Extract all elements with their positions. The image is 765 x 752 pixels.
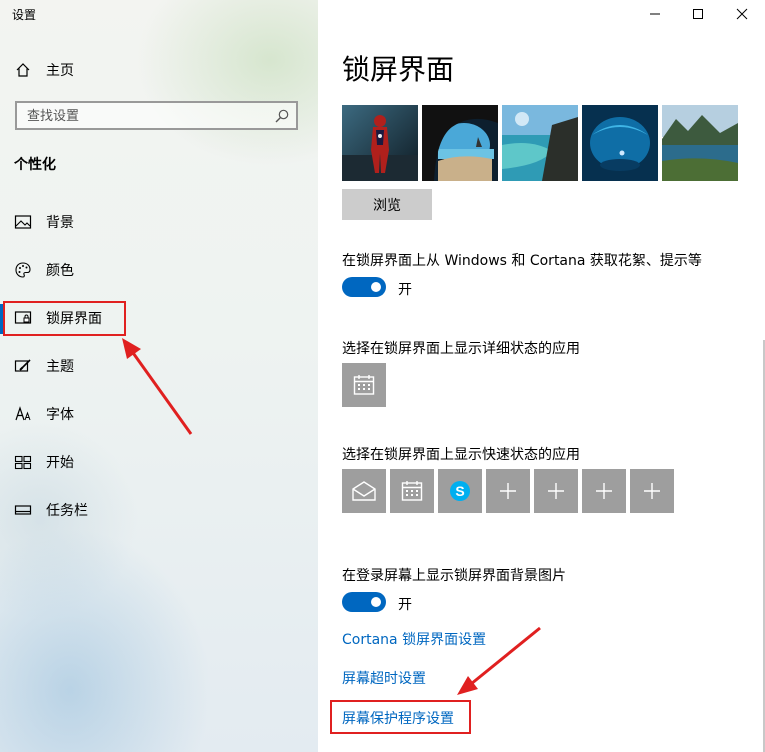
annotation-arrow-left [122, 338, 193, 435]
main-content: 锁屏界面 浏览 在锁屏界面上从 Windows 和 Cortana 获取花絮、提… [318, 0, 765, 752]
annotation-arrow-right [457, 626, 541, 695]
sidebar: 设置 主页 个性化 背景 颜色 锁屏界面 主题 [0, 0, 318, 752]
